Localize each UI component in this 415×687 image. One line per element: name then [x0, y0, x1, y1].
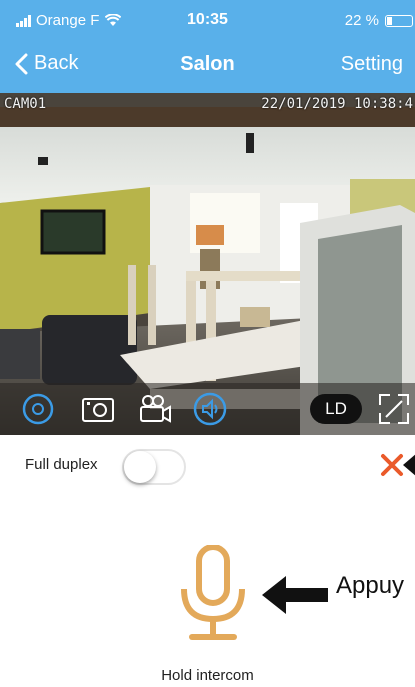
audio-icon[interactable]	[192, 391, 228, 427]
arrow-left-icon	[403, 454, 415, 476]
nav-bar: Back Salon Setting	[0, 38, 415, 93]
video-control-bar: LD	[0, 383, 415, 435]
back-label: Back	[34, 52, 79, 74]
setting-button[interactable]: Setting	[341, 53, 403, 76]
quality-toggle-button[interactable]: LD	[310, 394, 362, 424]
chevron-left-icon	[15, 53, 28, 74]
back-button[interactable]: Back	[14, 52, 78, 75]
timestamp-overlay: 22/01/2019 10:38:4	[261, 96, 413, 112]
status-bar: Orange F 10:35 22 %	[0, 0, 415, 38]
instruction-text: Appuy	[336, 572, 405, 599]
status-right: 22 %	[345, 12, 413, 29]
settings-circle-icon[interactable]	[20, 391, 56, 427]
microphone-icon[interactable]	[178, 545, 248, 641]
record-video-icon[interactable]	[136, 391, 172, 427]
camera-name-overlay: CAM01	[4, 96, 47, 112]
arrow-left-icon	[262, 576, 328, 614]
battery-percent: 22 %	[344, 12, 379, 29]
full-duplex-label: Full duplex	[25, 456, 98, 473]
toggle-knob	[124, 451, 156, 483]
camera-video-feed[interactable]: CAM01 22/01/2019 10:38:4 LD	[0, 93, 415, 435]
hold-intercom-label: Hold intercom	[161, 667, 254, 684]
full-duplex-toggle[interactable]	[122, 449, 186, 485]
battery-icon	[385, 14, 413, 27]
snapshot-icon[interactable]	[80, 391, 116, 427]
fullscreen-icon[interactable]	[376, 391, 412, 427]
